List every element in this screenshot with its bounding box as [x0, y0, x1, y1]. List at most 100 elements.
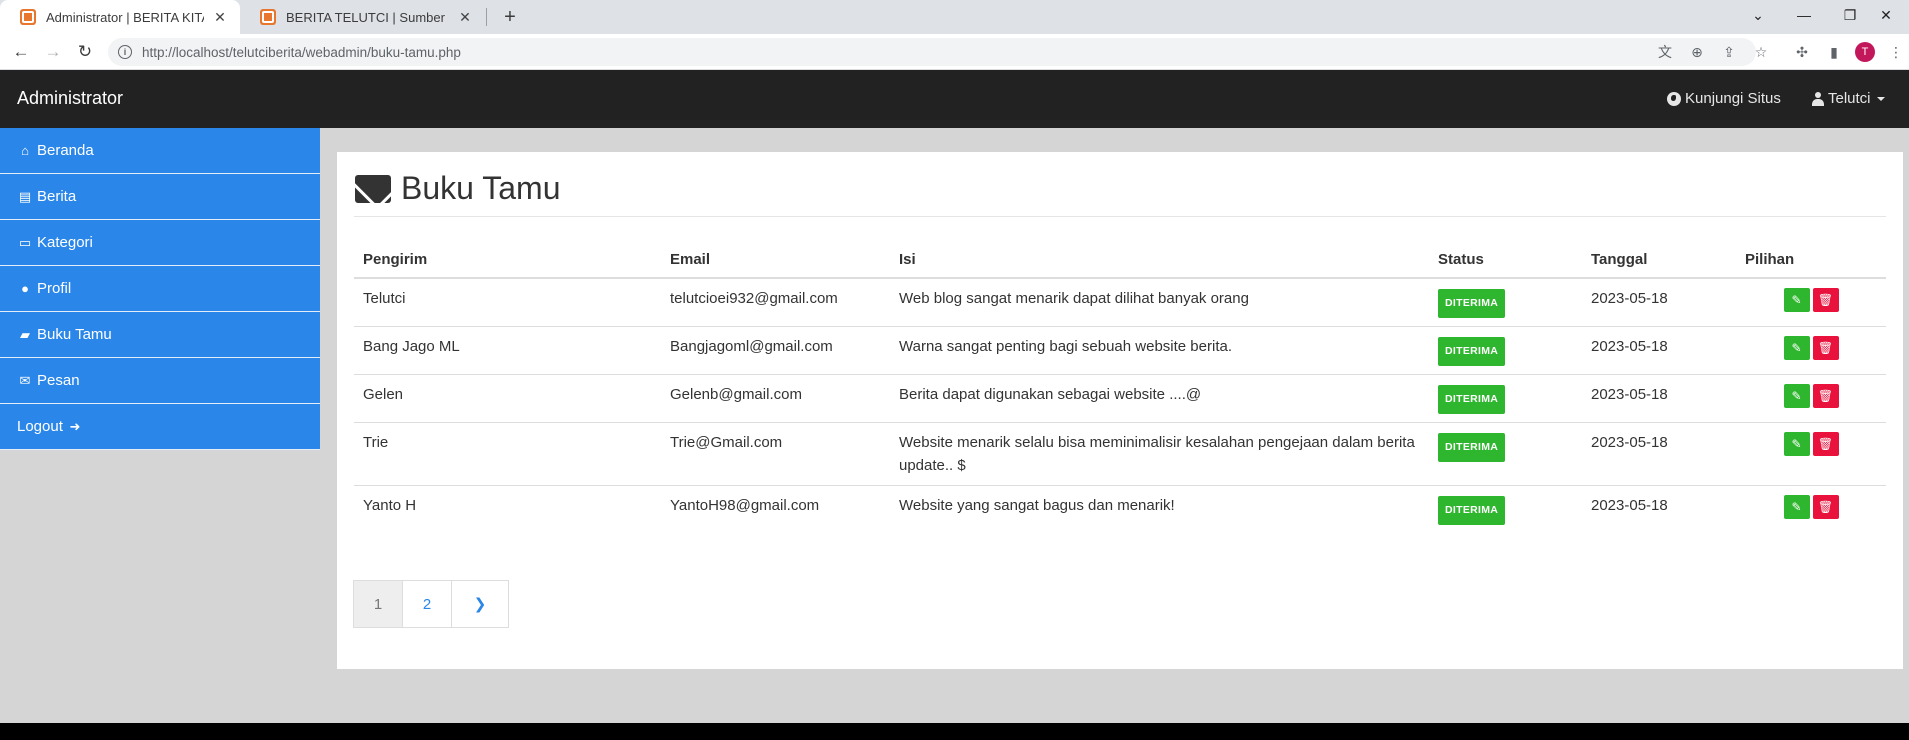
brand-title[interactable]: Administrator: [17, 88, 123, 109]
column-header: Tanggal: [1582, 234, 1736, 279]
edit-button[interactable]: ✎: [1783, 336, 1810, 360]
edit-button[interactable]: ✎: [1783, 288, 1810, 312]
folder-icon: ▭: [18, 234, 32, 250]
table-header-row: Pengirim Email Isi Status Tanggal Piliha…: [354, 234, 1886, 279]
close-tab-icon[interactable]: ✕: [457, 9, 473, 25]
sender-cell: Telutci: [354, 277, 661, 327]
visit-site-link[interactable]: Kunjungi Situs: [1667, 90, 1781, 107]
url-input[interactable]: i http://localhost/telutciberita/webadmi…: [108, 38, 1756, 66]
table-row: Gelen Gelenb@gmail.com Berita dapat digu…: [354, 374, 1886, 423]
globe-icon: [1667, 91, 1681, 106]
browser-tab-admin[interactable]: Administrator | BERITA KITA ✕: [0, 0, 240, 34]
sign-out-icon: ➜: [69, 418, 81, 434]
user-name: Telutci: [1828, 90, 1871, 107]
forward-icon[interactable]: →: [41, 40, 65, 64]
sidebar-item-kategori[interactable]: ▭ Kategori: [0, 220, 320, 266]
edit-icon: ✎: [1791, 499, 1802, 514]
sidebar-item-label: Profil: [37, 280, 72, 297]
user-menu-dropdown[interactable]: Telutci: [1812, 90, 1885, 107]
next-page-button[interactable]: ❯: [451, 580, 509, 628]
table-row: Trie Trie@Gmail.com Website menarik sela…: [354, 422, 1886, 486]
edit-button[interactable]: ✎: [1783, 384, 1810, 408]
envelope-icon: [355, 174, 391, 203]
column-header: Status: [1429, 234, 1582, 279]
sidebar-item-beranda[interactable]: ⌂ Beranda: [0, 128, 320, 174]
sidebar-item-pesan[interactable]: ✉ Pesan: [0, 358, 320, 404]
browser-tab-bar: Administrator | BERITA KITA ✕ BERITA TEL…: [0, 0, 1909, 34]
sidebar-item-label: Pesan: [37, 372, 80, 389]
home-icon: ⌂: [21, 143, 29, 158]
message-cell: Website menarik selalu bisa meminimalisi…: [890, 422, 1429, 486]
email-cell: telutcioei932@gmail.com: [661, 277, 890, 327]
sender-cell: Gelen: [354, 374, 661, 423]
email-cell: Bangjagoml@gmail.com: [661, 326, 890, 375]
delete-button[interactable]: 🗑: [1812, 495, 1839, 519]
envelope-icon: ✉: [19, 372, 31, 388]
table-row: Bang Jago ML Bangjagoml@gmail.com Warna …: [354, 326, 1886, 375]
trash-icon: 🗑: [1817, 388, 1834, 403]
bookmark-star-icon[interactable]: ☆: [1749, 40, 1773, 64]
xampp-favicon-icon: [20, 9, 36, 25]
sidebar-item-label: Buku Tamu: [37, 326, 112, 343]
back-icon[interactable]: ←: [9, 40, 33, 64]
sidebar-item-berita[interactable]: ▤ Berita: [0, 174, 320, 220]
trash-icon: 🗑: [1817, 436, 1834, 451]
close-tab-icon[interactable]: ✕: [212, 9, 228, 25]
side-panel-icon[interactable]: ▮: [1822, 40, 1846, 64]
sidebar-item-label: Berita: [37, 188, 77, 205]
chevron-right-icon: ❯: [473, 596, 487, 613]
table-row: Yanto H YantoH98@gmail.com Website yang …: [354, 485, 1886, 533]
book-icon: ▰: [20, 326, 30, 342]
guestbook-table: Pengirim Email Isi Status Tanggal Piliha…: [354, 234, 1886, 533]
status-badge: DITERIMA: [1438, 337, 1506, 366]
menu-kebab-icon[interactable]: ⋮: [1884, 40, 1908, 64]
delete-button[interactable]: 🗑: [1812, 384, 1839, 408]
close-window-icon[interactable]: ✕: [1863, 0, 1909, 30]
profile-avatar[interactable]: T: [1855, 42, 1875, 62]
date-cell: 2023-05-18: [1582, 277, 1736, 327]
top-navbar: Administrator Kunjungi Situs Telutci: [0, 70, 1909, 128]
extensions-icon[interactable]: ✣: [1790, 40, 1814, 64]
site-info-icon[interactable]: i: [118, 45, 132, 59]
zoom-icon[interactable]: ⊕: [1685, 40, 1709, 64]
status-badge: DITERIMA: [1438, 289, 1506, 318]
sender-cell: Yanto H: [354, 485, 661, 533]
sidebar-item-profil[interactable]: ● Profil: [0, 266, 320, 312]
tab-title: BERITA TELUTCI | Sumber berita t: [286, 9, 449, 25]
minimize-icon[interactable]: —: [1781, 0, 1827, 30]
translate-icon[interactable]: 文: [1653, 40, 1677, 64]
email-cell: Trie@Gmail.com: [661, 422, 890, 486]
browser-tab-site[interactable]: BERITA TELUTCI | Sumber berita t ✕: [240, 0, 485, 34]
new-tab-icon[interactable]: +: [498, 5, 522, 29]
email-cell: YantoH98@gmail.com: [661, 485, 890, 533]
user-icon: [1812, 91, 1824, 106]
delete-button[interactable]: 🗑: [1812, 432, 1839, 456]
sidebar-item-label: Kategori: [37, 234, 93, 251]
edit-button[interactable]: ✎: [1783, 495, 1810, 519]
newspaper-icon: ▤: [18, 188, 32, 204]
page-link-2[interactable]: 2: [402, 580, 452, 628]
delete-button[interactable]: 🗑: [1812, 288, 1839, 312]
page-link-1[interactable]: 1: [353, 580, 403, 628]
trash-icon: 🗑: [1817, 340, 1834, 355]
caret-down-icon: [1876, 96, 1885, 101]
share-icon[interactable]: ⇪: [1717, 40, 1741, 64]
message-cell: Web blog sangat menarik dapat dilihat ba…: [890, 277, 1429, 327]
edit-icon: ✎: [1791, 388, 1802, 403]
sidebar-item-label: Beranda: [37, 142, 94, 159]
trash-icon: 🗑: [1817, 499, 1834, 514]
delete-button[interactable]: 🗑: [1812, 336, 1839, 360]
edit-icon: ✎: [1791, 340, 1802, 355]
sidebar-item-buku-tamu[interactable]: ▰ Buku Tamu: [0, 312, 320, 358]
sidebar-item-logout[interactable]: Logout ➜: [0, 404, 320, 450]
divider: [354, 216, 1886, 217]
edit-button[interactable]: ✎: [1783, 432, 1810, 456]
status-badge: DITERIMA: [1438, 385, 1506, 414]
reload-icon[interactable]: ↻: [73, 40, 97, 64]
date-cell: 2023-05-18: [1582, 422, 1736, 486]
column-header: Email: [661, 234, 890, 279]
message-cell: Warna sangat penting bagi sebuah website…: [890, 326, 1429, 375]
tab-search-icon[interactable]: ⌄: [1735, 0, 1781, 30]
edit-icon: ✎: [1791, 292, 1802, 307]
visit-site-label: Kunjungi Situs: [1685, 90, 1781, 107]
